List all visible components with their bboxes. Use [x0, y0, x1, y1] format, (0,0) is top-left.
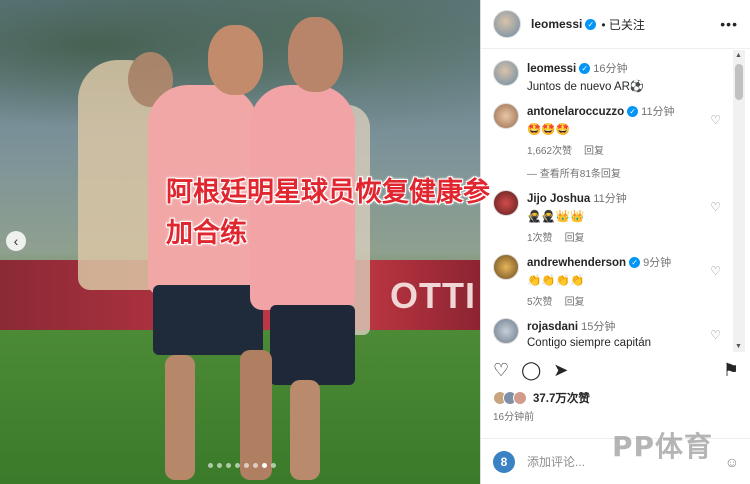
- reply-button[interactable]: 回复: [584, 146, 604, 157]
- likes-count: 37.7万次赞: [533, 393, 590, 405]
- headline-line-1: 阿根廷明星球员恢复健康参: [166, 177, 490, 208]
- carousel-dot: [226, 463, 231, 468]
- pp-sports-watermark: PP体育: [612, 430, 714, 463]
- post-header: leomessi ✓ • 已关注 •••: [481, 0, 750, 49]
- post-actions-bar: ♡ ◯ ➤ ⚑: [481, 360, 750, 381]
- instagram-post-viewer: OTTI ‹ 阿根廷明星球员恢复健康参 加合练 leomessi ✓ • 已关注…: [0, 0, 750, 484]
- photo-player-shorts: [270, 305, 355, 385]
- caption-time: 16分钟: [593, 63, 628, 75]
- comment-text: Contigo siempre capitán: [527, 337, 652, 349]
- comment-likes[interactable]: 1,662次赞: [527, 146, 572, 157]
- follow-status-label: 已关注: [608, 17, 645, 32]
- comment-username[interactable]: antonelaroccuzzo: [527, 106, 624, 118]
- photo-player-head: [288, 17, 343, 92]
- comment-text: 🤩🤩🤩: [527, 124, 570, 136]
- liker-avatar: [513, 391, 527, 405]
- verified-badge-icon: ✓: [627, 106, 639, 118]
- photo-player-head: [208, 25, 263, 95]
- verified-badge-icon: ✓: [579, 63, 591, 75]
- author-avatar[interactable]: [493, 10, 521, 38]
- comment-username[interactable]: andrewhenderson: [527, 257, 626, 269]
- caption-username[interactable]: leomessi: [527, 63, 576, 75]
- comment-time: 9分钟: [643, 257, 672, 269]
- carousel-dot: [271, 463, 276, 468]
- scroll-up-arrow-icon[interactable]: ▲: [735, 52, 742, 59]
- commenter-avatar[interactable]: [493, 318, 519, 344]
- bookmark-icon[interactable]: ⚑: [723, 360, 739, 381]
- comment-item: rojasdani 15分钟 Contigo siempre capitán ♡: [481, 308, 733, 349]
- follow-status[interactable]: • 已关注: [601, 16, 645, 33]
- carousel-dot: [208, 463, 213, 468]
- like-comment-heart-icon[interactable]: ♡: [710, 264, 721, 308]
- commenter-avatar[interactable]: [493, 254, 519, 280]
- carousel-dot: [244, 463, 249, 468]
- photo-player-shorts: [153, 285, 263, 355]
- previous-image-button[interactable]: ‹: [6, 231, 26, 251]
- comment-likes[interactable]: 5次赞: [527, 297, 553, 308]
- share-icon[interactable]: ➤: [553, 360, 568, 381]
- caption: leomessi ✓ 16分钟 Juntos de nuevo AR⚽: [481, 50, 733, 93]
- author-username[interactable]: leomessi: [531, 17, 582, 31]
- like-comment-heart-icon[interactable]: ♡: [710, 113, 721, 157]
- avatar: 8: [493, 450, 515, 473]
- author-avatar[interactable]: [493, 60, 519, 86]
- caption-text: Juntos de nuevo AR⚽: [527, 81, 645, 93]
- comment-time: 15分钟: [581, 321, 616, 333]
- heart-icon[interactable]: ♡: [493, 360, 509, 381]
- carousel-dots: [208, 463, 276, 468]
- like-comment-heart-icon[interactable]: ♡: [710, 200, 721, 244]
- emoji-icon[interactable]: ☺: [725, 454, 739, 470]
- news-headline-overlay: 阿根廷明星球员恢复健康参 加合练: [166, 172, 606, 254]
- photo-player-legs: [290, 380, 320, 480]
- photo-banner-text: OTTI: [390, 275, 476, 316]
- comment-time: 11分钟: [641, 106, 675, 118]
- carousel-dot: [235, 463, 240, 468]
- carousel-dot: [253, 463, 258, 468]
- comments-scrollbar[interactable]: ▲ ▼: [733, 50, 745, 352]
- headline-line-2: 加合练: [166, 218, 247, 249]
- scrollbar-thumb[interactable]: [735, 64, 743, 100]
- comment-username[interactable]: rojasdani: [527, 321, 578, 333]
- reply-button[interactable]: 回复: [565, 297, 585, 308]
- like-comment-heart-icon[interactable]: ♡: [710, 328, 721, 349]
- photo-player-legs: [240, 350, 272, 480]
- likes-summary[interactable]: 37.7万次赞: [493, 390, 590, 406]
- verified-badge-icon: ✓: [585, 18, 597, 30]
- photo-player-legs: [165, 355, 195, 480]
- more-options-icon[interactable]: •••: [720, 16, 738, 32]
- verified-badge-icon: ✓: [629, 257, 641, 269]
- comment-icon[interactable]: ◯: [521, 360, 541, 381]
- comment-text: 👏👏👏👏: [527, 275, 585, 287]
- carousel-dot-active: [262, 463, 267, 468]
- comment-item: antonelaroccuzzo ✓ 11分钟 🤩🤩🤩 1,662次赞 回复 ♡: [481, 93, 733, 157]
- carousel-dot: [217, 463, 222, 468]
- add-comment-input[interactable]: 添加评论...: [527, 453, 585, 470]
- post-timestamp: 16分钟前: [493, 412, 535, 423]
- scroll-down-arrow-icon[interactable]: ▼: [735, 343, 742, 350]
- commenter-avatar[interactable]: [493, 103, 519, 129]
